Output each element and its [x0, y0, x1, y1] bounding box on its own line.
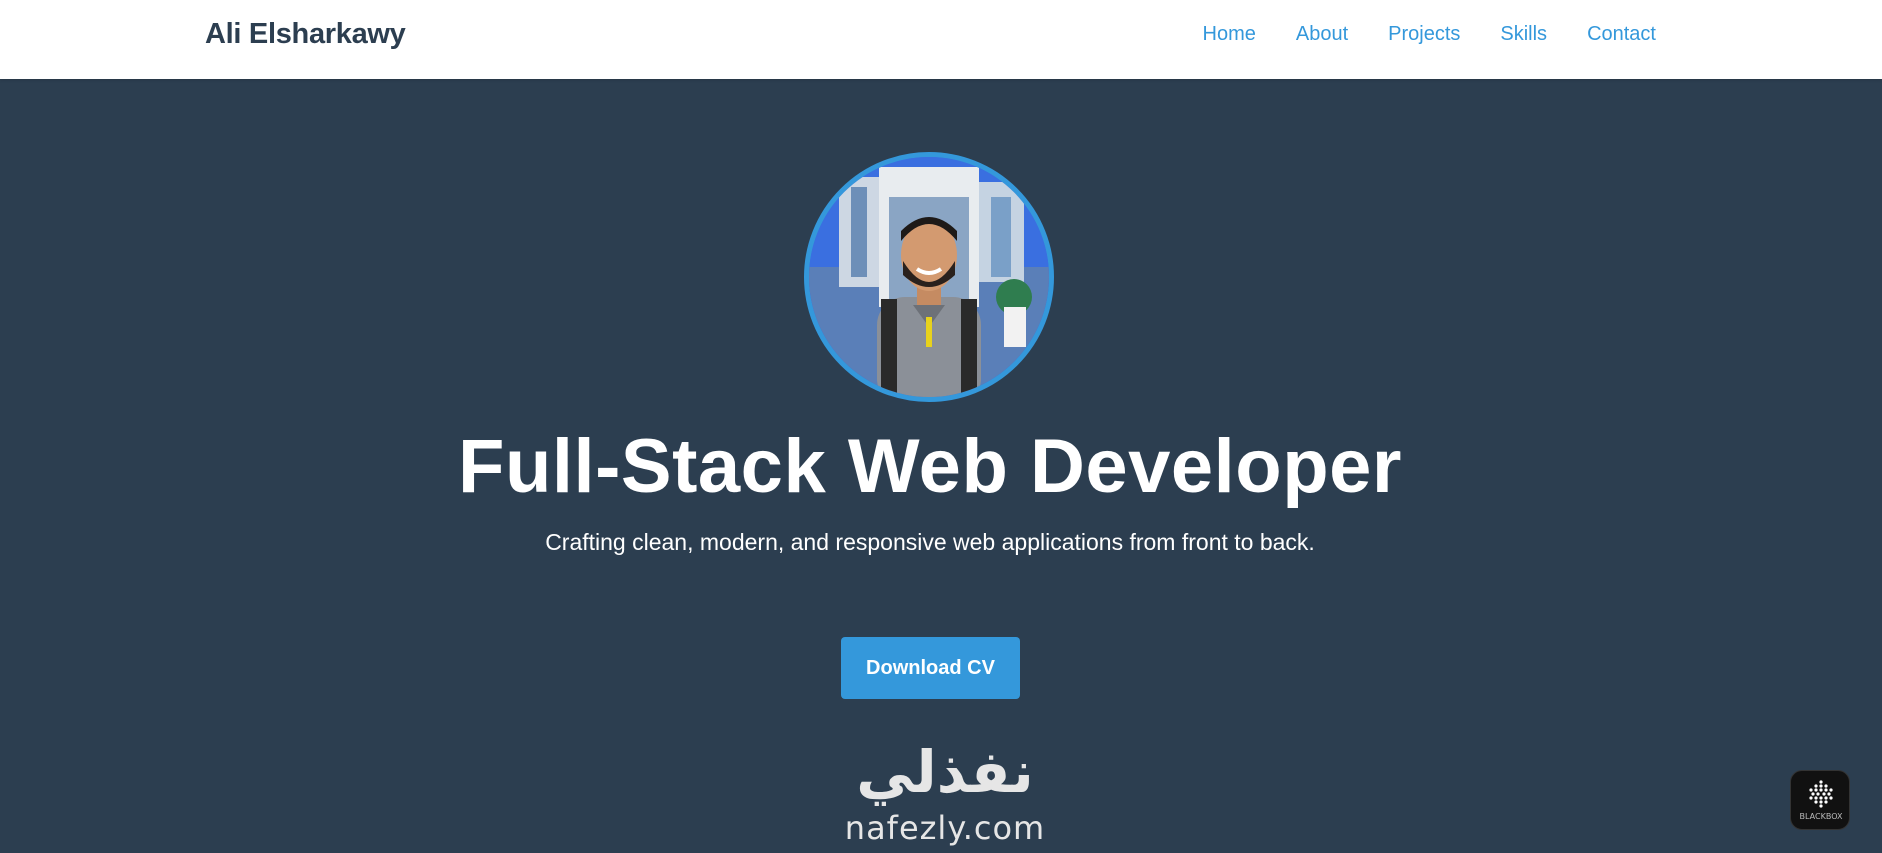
site-brand[interactable]: Ali Elsharkawy: [205, 18, 406, 51]
nav-link-contact[interactable]: Contact: [1587, 23, 1656, 46]
profile-photo: [809, 157, 1049, 397]
navbar: Ali Elsharkawy Home About Projects Skill…: [0, 0, 1882, 79]
hero-title: Full-Stack Web Developer: [458, 424, 1402, 509]
nav-link-about[interactable]: About: [1296, 23, 1348, 46]
hero-section: Full-Stack Web Developer Crafting clean,…: [0, 79, 1882, 853]
blackbox-logo-icon: [1809, 780, 1833, 808]
nafezly-watermark: نفذلي nafezly.com: [830, 739, 1060, 853]
hero-subtitle: Crafting clean, modern, and responsive w…: [545, 529, 1315, 555]
download-cv-button[interactable]: Download CV: [841, 637, 1020, 699]
blackbox-label: BLACKBOX: [1799, 812, 1843, 821]
watermark-arabic-text: نفذلي: [856, 738, 1034, 806]
watermark-latin-text: nafezly.com: [844, 809, 1046, 847]
nav-link-projects[interactable]: Projects: [1388, 23, 1460, 46]
blackbox-badge[interactable]: BLACKBOX: [1790, 770, 1850, 830]
nav-link-skills[interactable]: Skills: [1500, 23, 1547, 46]
profile-avatar: [804, 152, 1054, 402]
nav-menu: Home About Projects Skills Contact: [1163, 23, 1656, 46]
nav-link-home[interactable]: Home: [1203, 23, 1256, 46]
